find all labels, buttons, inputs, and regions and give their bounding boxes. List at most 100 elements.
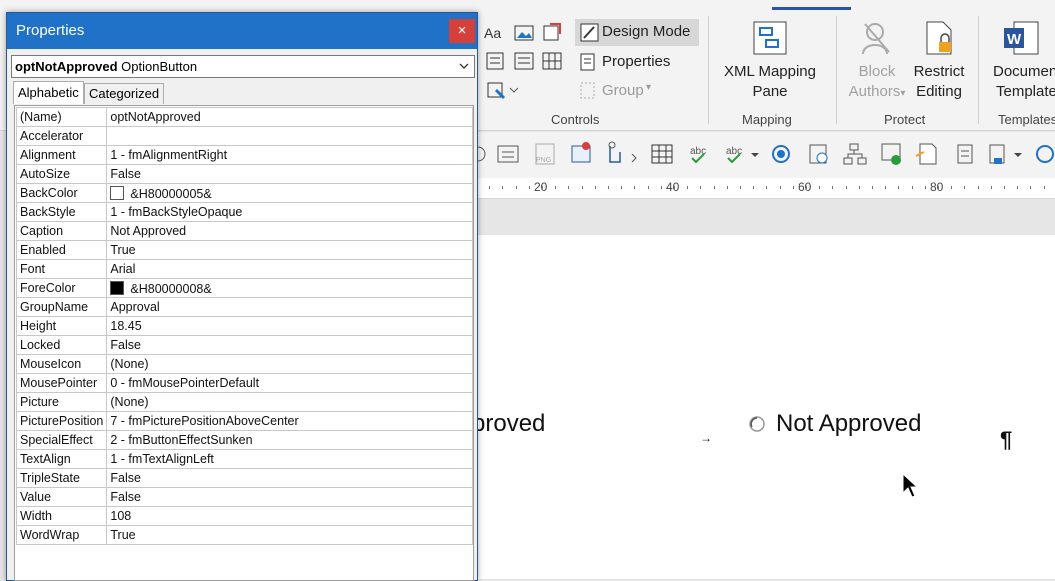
toolbar-icon[interactable]: PNG <box>535 143 555 165</box>
property-name[interactable]: Height <box>15 316 108 336</box>
property-row[interactable]: PicturePosition 7 - fmPicturePositionAbov… <box>15 411 473 431</box>
toolbar-icon[interactable] <box>881 143 901 165</box>
property-name[interactable]: BackStyle <box>15 202 108 222</box>
property-name[interactable]: ForeColor <box>15 278 108 298</box>
property-row[interactable]: TextAlign 1 - fmTextAlignLeft <box>15 449 473 469</box>
toolbar-icon[interactable] <box>571 142 591 163</box>
property-value[interactable]: &H80000005& <box>106 183 473 203</box>
property-row[interactable]: Caption Not Approved <box>15 221 473 241</box>
property-row[interactable]: Width 108 <box>15 506 473 526</box>
spelling-dropdown-icon[interactable]: abc <box>726 146 759 164</box>
property-value[interactable]: False <box>106 164 473 184</box>
property-name[interactable]: Picture <box>15 392 108 412</box>
toolbar-icon[interactable] <box>843 143 867 165</box>
property-value[interactable]: &H80000008& <box>106 278 473 298</box>
property-value[interactable]: True <box>106 240 473 260</box>
design-mode-button[interactable]: Design Mode <box>575 19 699 46</box>
toolbar-icon[interactable] <box>608 141 621 163</box>
property-name[interactable]: AutoSize <box>15 164 108 184</box>
property-row[interactable]: MouseIcon (None) <box>15 354 473 374</box>
list-control-icon[interactable] <box>486 52 504 75</box>
property-name[interactable]: TextAlign <box>15 449 108 469</box>
property-name[interactable]: MousePointer <box>15 373 108 393</box>
property-row[interactable]: WordWrap True <box>15 525 473 545</box>
tab-alphabetic[interactable]: Alphabetic <box>13 81 84 104</box>
group-button[interactable]: Group ▾ <box>578 80 698 102</box>
block-authors-button[interactable]: Block Authors▾ <box>846 20 908 104</box>
toolbar-icon[interactable] <box>631 153 637 163</box>
property-name[interactable]: Caption <box>15 221 108 241</box>
property-row[interactable]: GroupName Approval <box>15 297 473 317</box>
legacy-tools-icon[interactable] <box>486 80 520 105</box>
property-name[interactable]: Locked <box>15 335 108 355</box>
property-row[interactable]: BackStyle 1 - fmBackStyleOpaque <box>15 202 473 222</box>
property-name[interactable]: SpecialEffect <box>15 430 108 450</box>
tab-categorized[interactable]: Categorized <box>84 83 165 104</box>
xml-mapping-pane-button[interactable]: XML Mapping Pane <box>720 20 820 104</box>
property-name[interactable]: MouseIcon <box>15 354 108 374</box>
property-row[interactable]: Value False <box>15 487 473 507</box>
text-control-icon[interactable]: Aa <box>484 24 502 47</box>
spelling-icon[interactable]: abc <box>690 146 706 164</box>
property-value[interactable]: False <box>106 487 473 507</box>
toolbar-icon[interactable] <box>989 144 1022 164</box>
properties-window[interactable]: Properties × optNotApproved OptionButton… <box>6 12 478 581</box>
property-value[interactable]: 18.45 <box>106 316 473 336</box>
object-selector[interactable]: optNotApproved OptionButton <box>11 55 475 78</box>
property-value[interactable]: optNotApproved <box>106 107 473 127</box>
property-value[interactable]: Approval <box>106 297 473 317</box>
property-row[interactable]: (Name) optNotApproved <box>15 107 473 127</box>
property-grid[interactable]: (Name) optNotApproved Accelerator Alignment… <box>14 105 474 581</box>
property-name[interactable]: Accelerator <box>15 126 108 146</box>
property-name[interactable]: Enabled <box>15 240 108 260</box>
combo-control-icon[interactable] <box>542 22 562 47</box>
property-row[interactable]: Locked False <box>15 335 473 355</box>
property-name[interactable]: WordWrap <box>15 525 108 545</box>
toolbar-icon[interactable] <box>651 144 673 164</box>
property-name[interactable]: PicturePosition <box>15 411 108 431</box>
properties-button[interactable]: Properties <box>578 50 698 74</box>
property-row[interactable]: ForeColor &H80000008& <box>15 278 473 298</box>
toolbar-icon[interactable] <box>497 145 519 163</box>
property-name[interactable]: Font <box>15 259 108 279</box>
property-name[interactable]: GroupName <box>15 297 108 317</box>
property-name[interactable]: TripleState <box>15 468 108 488</box>
property-value[interactable]: Not Approved <box>106 221 473 241</box>
approved-option-label[interactable]: proved <box>472 410 545 438</box>
toolbar-icon[interactable] <box>915 143 937 165</box>
property-value[interactable]: 1 - fmAlignmentRight <box>106 145 473 165</box>
property-value[interactable] <box>106 126 473 146</box>
property-name[interactable]: Alignment <box>15 145 108 165</box>
document-template-button[interactable]: W Documen Template <box>990 20 1055 104</box>
property-row[interactable]: AutoSize False <box>15 164 473 184</box>
property-value[interactable]: 1 - fmTextAlignLeft <box>106 449 473 469</box>
restrict-editing-button[interactable]: Restrict Editing <box>908 20 970 104</box>
property-row[interactable]: BackColor &H80000005& <box>15 183 473 203</box>
radio-icon[interactable] <box>1036 145 1054 163</box>
property-name[interactable]: Width <box>15 506 108 526</box>
property-row[interactable]: Height 18.45 <box>15 316 473 336</box>
properties-title-bar[interactable]: Properties × <box>7 13 477 49</box>
document-page[interactable]: proved → Not Approved ¶ <box>470 235 1055 579</box>
property-value[interactable]: 7 - fmPicturePositionAboveCenter <box>106 411 473 431</box>
property-row[interactable]: TripleState False <box>15 468 473 488</box>
property-value[interactable]: 108 <box>106 506 473 526</box>
property-row[interactable]: Enabled True <box>15 240 473 260</box>
property-value[interactable]: False <box>106 335 473 355</box>
property-row[interactable]: Font Arial <box>15 259 473 279</box>
property-row[interactable]: SpecialEffect 2 - fmButtonEffectSunken <box>15 430 473 450</box>
property-value[interactable]: True <box>106 525 473 545</box>
property-row[interactable]: Alignment 1 - fmAlignmentRight <box>15 145 473 165</box>
radio-icon[interactable] <box>772 145 790 163</box>
property-name[interactable]: Value <box>15 487 108 507</box>
property-row[interactable]: MousePointer 0 - fmMousePointerDefault <box>15 373 473 393</box>
property-name[interactable]: (Name) <box>15 107 108 127</box>
horizontal-ruler[interactable]: 20 40 60 80 <box>470 178 1055 199</box>
table-control-icon[interactable] <box>542 52 562 75</box>
property-value[interactable]: Arial <box>106 259 473 279</box>
property-value[interactable]: 0 - fmMousePointerDefault <box>106 373 473 393</box>
property-value[interactable]: 1 - fmBackStyleOpaque <box>106 202 473 222</box>
property-row[interactable]: Accelerator <box>15 126 473 146</box>
property-value[interactable]: False <box>106 468 473 488</box>
property-value[interactable]: 2 - fmButtonEffectSunken <box>106 430 473 450</box>
